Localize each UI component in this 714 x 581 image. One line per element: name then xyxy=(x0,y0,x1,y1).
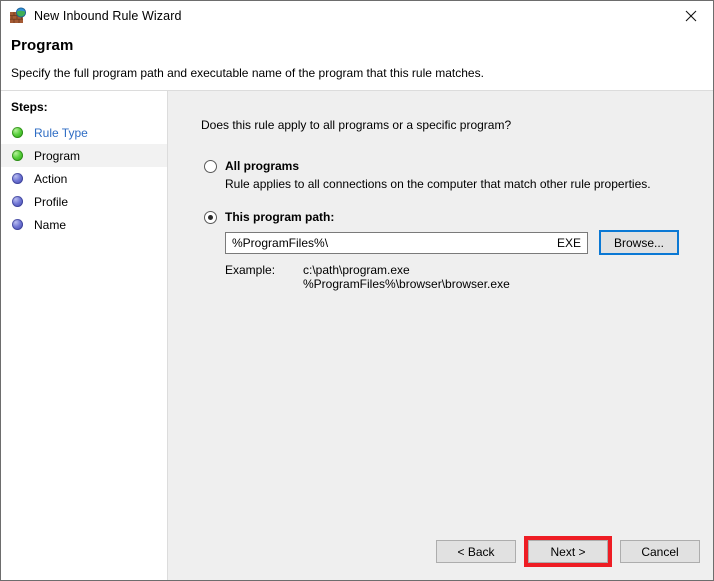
next-button-highlight: Next > xyxy=(524,536,612,567)
program-path-suffix: EXE xyxy=(556,235,581,250)
example-line: c:\path\program.exe xyxy=(303,263,410,277)
sidebar-item-label: Program xyxy=(34,148,81,163)
window-title: New Inbound Rule Wizard xyxy=(34,9,182,23)
page-header: Program Specify the full program path an… xyxy=(1,31,713,91)
next-button[interactable]: Next > xyxy=(528,540,608,563)
program-path-row: %ProgramFiles%\ EXE Browse... xyxy=(225,230,679,255)
window-body: Steps: Rule Type Program Action Profile … xyxy=(1,91,713,580)
wizard-button-bar: < Back Next > Cancel xyxy=(436,536,700,567)
step-bullet-icon xyxy=(12,173,23,184)
option-all-programs[interactable]: All programs Rule applies to all connect… xyxy=(204,159,651,191)
back-button[interactable]: < Back xyxy=(436,540,516,563)
option-this-program-path-label: This program path: xyxy=(225,210,335,224)
firewall-globe-icon xyxy=(9,7,27,25)
step-bullet-icon xyxy=(12,196,23,207)
title-bar: New Inbound Rule Wizard xyxy=(1,1,713,31)
sidebar-item-profile[interactable]: Profile xyxy=(1,190,167,213)
cancel-button[interactable]: Cancel xyxy=(620,540,700,563)
sidebar-item-label: Rule Type xyxy=(34,125,88,140)
main-panel: Does this rule apply to all programs or … xyxy=(168,91,713,580)
steps-heading: Steps: xyxy=(11,100,48,114)
program-path-input[interactable]: %ProgramFiles%\ EXE xyxy=(225,231,588,254)
page-subtitle: Specify the full program path and execut… xyxy=(11,66,484,80)
sidebar-item-label: Profile xyxy=(34,194,69,209)
option-this-program-path[interactable]: This program path: %ProgramFiles%\ EXE B… xyxy=(204,210,679,291)
example-lines: c:\path\program.exe %ProgramFiles%\brows… xyxy=(303,263,510,291)
wizard-window: New Inbound Rule Wizard Program Specify … xyxy=(0,0,714,581)
sidebar-item-rule-type[interactable]: Rule Type xyxy=(1,121,167,144)
browse-button[interactable]: Browse... xyxy=(599,230,679,255)
option-all-programs-description: Rule applies to all connections on the c… xyxy=(225,177,651,191)
step-bullet-icon xyxy=(12,150,23,161)
sidebar-item-label: Action xyxy=(34,171,68,186)
step-bullet-icon xyxy=(12,219,23,230)
example-block: Example: c:\path\program.exe %ProgramFil… xyxy=(225,263,678,291)
radio-this-program-path[interactable] xyxy=(204,211,217,224)
radio-all-programs[interactable] xyxy=(204,160,217,173)
sidebar-item-name[interactable]: Name xyxy=(1,213,167,236)
option-all-programs-label: All programs xyxy=(225,159,300,173)
step-bullet-icon xyxy=(12,127,23,138)
sidebar-item-action[interactable]: Action xyxy=(1,167,167,190)
page-title: Program xyxy=(11,37,74,54)
question-text: Does this rule apply to all programs or … xyxy=(201,118,512,132)
example-line: %ProgramFiles%\browser\browser.exe xyxy=(303,277,510,291)
program-path-value: %ProgramFiles%\ xyxy=(232,235,329,250)
example-label: Example: xyxy=(225,263,276,277)
sidebar-item-program[interactable]: Program xyxy=(1,144,167,167)
steps-sidebar: Steps: Rule Type Program Action Profile … xyxy=(1,91,168,580)
close-icon[interactable] xyxy=(668,1,713,31)
sidebar-item-label: Name xyxy=(34,217,67,232)
